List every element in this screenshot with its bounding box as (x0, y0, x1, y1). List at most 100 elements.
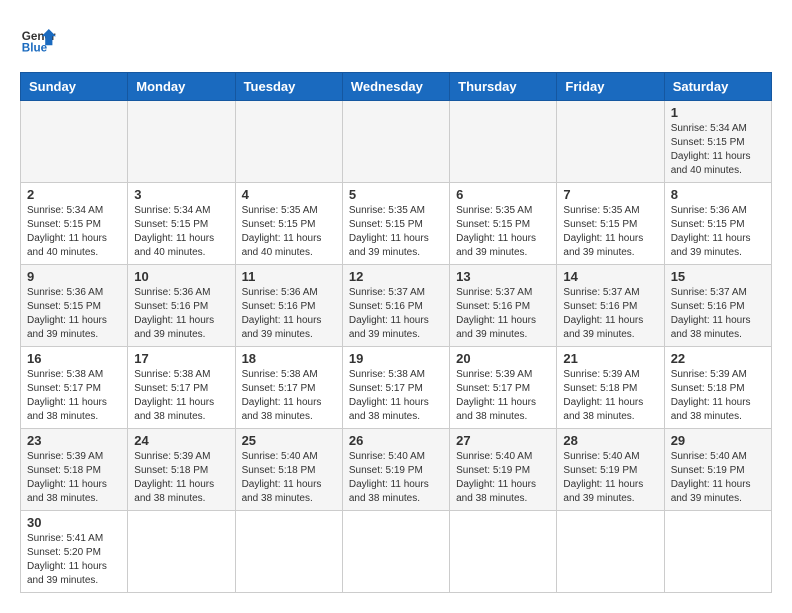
calendar-cell-empty (235, 101, 342, 183)
calendar-cell-day-29: 29Sunrise: 5:40 AM Sunset: 5:19 PM Dayli… (664, 429, 771, 511)
calendar-cell-day-24: 24 Sunrise: 5:39 AM Sunset: 5:18 PM Dayli… (128, 429, 235, 511)
logo: General Blue (20, 20, 56, 56)
cell-info: Sunrise: 5:39 AM Sunset: 5:18 PM Dayligh… (563, 368, 657, 424)
day-number: 28 (563, 433, 657, 448)
page-header: General Blue (20, 20, 772, 56)
calendar-week-1: 1Sunrise: 5:34 AM Sunset: 5:15 PM Daylig… (21, 101, 772, 183)
calendar-cell-day-15: 15Sunrise: 5:37 AM Sunset: 5:16 PM Dayli… (664, 265, 771, 347)
weekday-header-monday: Monday (128, 73, 235, 101)
day-number: 20 (456, 351, 550, 366)
cell-info: Sunrise: 5:37 AM Sunset: 5:16 PM Dayligh… (456, 286, 550, 342)
cell-info: Sunrise: 5:39 AM Sunset: 5:17 PM Dayligh… (456, 368, 550, 424)
day-number: 8 (671, 187, 765, 202)
weekday-header-wednesday: Wednesday (342, 73, 449, 101)
calendar-cell-empty (450, 511, 557, 593)
cell-info: Sunrise: 5:36 AM Sunset: 5:16 PM Dayligh… (134, 286, 228, 342)
weekday-header-thursday: Thursday (450, 73, 557, 101)
calendar-week-3: 9 Sunrise: 5:36 AM Sunset: 5:15 PM Daylig… (21, 265, 772, 347)
calendar-cell-day-19: 19Sunrise: 5:38 AM Sunset: 5:17 PM Dayli… (342, 347, 449, 429)
cell-info: Sunrise: 5:37 AM Sunset: 5:16 PM Dayligh… (349, 286, 443, 342)
calendar-cell-day-5: 5 Sunrise: 5:35 AM Sunset: 5:15 PM Daylig… (342, 183, 449, 265)
calendar-cell-day-1: 1Sunrise: 5:34 AM Sunset: 5:15 PM Daylig… (664, 101, 771, 183)
calendar-cell-day-10: 10 Sunrise: 5:36 AM Sunset: 5:16 PM Dayli… (128, 265, 235, 347)
logo-icon: General Blue (20, 20, 56, 56)
calendar-table: SundayMondayTuesdayWednesdayThursdayFrid… (20, 72, 772, 593)
calendar-cell-day-21: 21 Sunrise: 5:39 AM Sunset: 5:18 PM Dayli… (557, 347, 664, 429)
cell-info: Sunrise: 5:36 AM Sunset: 5:15 PM Dayligh… (27, 286, 121, 342)
day-number: 4 (242, 187, 336, 202)
calendar-cell-day-22: 22 Sunrise: 5:39 AM Sunset: 5:18 PM Dayli… (664, 347, 771, 429)
day-number: 5 (349, 187, 443, 202)
weekday-header-tuesday: Tuesday (235, 73, 342, 101)
calendar-cell-day-20: 20 Sunrise: 5:39 AM Sunset: 5:17 PM Dayli… (450, 347, 557, 429)
day-number: 22 (671, 351, 765, 366)
cell-info: Sunrise: 5:40 AM Sunset: 5:19 PM Dayligh… (563, 450, 657, 506)
day-number: 26 (349, 433, 443, 448)
calendar-week-5: 23 Sunrise: 5:39 AM Sunset: 5:18 PM Dayli… (21, 429, 772, 511)
svg-text:Blue: Blue (22, 42, 48, 55)
calendar-cell-day-4: 4 Sunrise: 5:35 AM Sunset: 5:15 PM Daylig… (235, 183, 342, 265)
cell-info: Sunrise: 5:39 AM Sunset: 5:18 PM Dayligh… (27, 450, 121, 506)
day-number: 17 (134, 351, 228, 366)
cell-info: Sunrise: 5:38 AM Sunset: 5:17 PM Dayligh… (349, 368, 443, 424)
day-number: 18 (242, 351, 336, 366)
cell-info: Sunrise: 5:36 AM Sunset: 5:15 PM Dayligh… (671, 204, 765, 260)
calendar-cell-day-13: 13Sunrise: 5:37 AM Sunset: 5:16 PM Dayli… (450, 265, 557, 347)
day-number: 25 (242, 433, 336, 448)
cell-info: Sunrise: 5:35 AM Sunset: 5:15 PM Dayligh… (242, 204, 336, 260)
weekday-header-saturday: Saturday (664, 73, 771, 101)
day-number: 11 (242, 269, 336, 284)
cell-info: Sunrise: 5:38 AM Sunset: 5:17 PM Dayligh… (134, 368, 228, 424)
calendar-cell-day-16: 16 Sunrise: 5:38 AM Sunset: 5:17 PM Dayli… (21, 347, 128, 429)
calendar-cell-day-28: 28 Sunrise: 5:40 AM Sunset: 5:19 PM Dayli… (557, 429, 664, 511)
calendar-cell-day-8: 8 Sunrise: 5:36 AM Sunset: 5:15 PM Daylig… (664, 183, 771, 265)
calendar-header: SundayMondayTuesdayWednesdayThursdayFrid… (21, 73, 772, 101)
cell-info: Sunrise: 5:41 AM Sunset: 5:20 PM Dayligh… (27, 532, 121, 588)
calendar-cell-empty (557, 511, 664, 593)
day-number: 6 (456, 187, 550, 202)
cell-info: Sunrise: 5:40 AM Sunset: 5:19 PM Dayligh… (349, 450, 443, 506)
cell-info: Sunrise: 5:34 AM Sunset: 5:15 PM Dayligh… (671, 122, 765, 178)
cell-info: Sunrise: 5:34 AM Sunset: 5:15 PM Dayligh… (27, 204, 121, 260)
cell-info: Sunrise: 5:35 AM Sunset: 5:15 PM Dayligh… (563, 204, 657, 260)
day-number: 7 (563, 187, 657, 202)
calendar-cell-day-18: 18 Sunrise: 5:38 AM Sunset: 5:17 PM Dayli… (235, 347, 342, 429)
calendar-cell-empty (128, 101, 235, 183)
weekday-header-sunday: Sunday (21, 73, 128, 101)
calendar-cell-day-26: 26 Sunrise: 5:40 AM Sunset: 5:19 PM Dayli… (342, 429, 449, 511)
calendar-week-2: 2 Sunrise: 5:34 AM Sunset: 5:15 PM Daylig… (21, 183, 772, 265)
calendar-cell-empty (450, 101, 557, 183)
calendar-cell-day-25: 25Sunrise: 5:40 AM Sunset: 5:18 PM Dayli… (235, 429, 342, 511)
cell-info: Sunrise: 5:35 AM Sunset: 5:15 PM Dayligh… (456, 204, 550, 260)
calendar-week-4: 16 Sunrise: 5:38 AM Sunset: 5:17 PM Dayli… (21, 347, 772, 429)
cell-info: Sunrise: 5:39 AM Sunset: 5:18 PM Dayligh… (671, 368, 765, 424)
day-number: 14 (563, 269, 657, 284)
day-number: 16 (27, 351, 121, 366)
calendar-cell-day-27: 27Sunrise: 5:40 AM Sunset: 5:19 PM Dayli… (450, 429, 557, 511)
cell-info: Sunrise: 5:36 AM Sunset: 5:16 PM Dayligh… (242, 286, 336, 342)
calendar-week-6: 30 Sunrise: 5:41 AM Sunset: 5:20 PM Dayli… (21, 511, 772, 593)
calendar-cell-day-23: 23 Sunrise: 5:39 AM Sunset: 5:18 PM Dayli… (21, 429, 128, 511)
calendar-cell-day-6: 6 Sunrise: 5:35 AM Sunset: 5:15 PM Daylig… (450, 183, 557, 265)
day-number: 2 (27, 187, 121, 202)
day-number: 24 (134, 433, 228, 448)
cell-info: Sunrise: 5:37 AM Sunset: 5:16 PM Dayligh… (671, 286, 765, 342)
cell-info: Sunrise: 5:34 AM Sunset: 5:15 PM Dayligh… (134, 204, 228, 260)
cell-info: Sunrise: 5:38 AM Sunset: 5:17 PM Dayligh… (242, 368, 336, 424)
calendar-cell-empty (342, 101, 449, 183)
calendar-cell-day-17: 17 Sunrise: 5:38 AM Sunset: 5:17 PM Dayli… (128, 347, 235, 429)
cell-info: Sunrise: 5:39 AM Sunset: 5:18 PM Dayligh… (134, 450, 228, 506)
day-number: 23 (27, 433, 121, 448)
calendar-cell-day-14: 14 Sunrise: 5:37 AM Sunset: 5:16 PM Dayli… (557, 265, 664, 347)
day-number: 29 (671, 433, 765, 448)
cell-info: Sunrise: 5:37 AM Sunset: 5:16 PM Dayligh… (563, 286, 657, 342)
weekday-header-friday: Friday (557, 73, 664, 101)
cell-info: Sunrise: 5:35 AM Sunset: 5:15 PM Dayligh… (349, 204, 443, 260)
day-number: 10 (134, 269, 228, 284)
day-number: 9 (27, 269, 121, 284)
day-number: 27 (456, 433, 550, 448)
day-number: 30 (27, 515, 121, 530)
day-number: 21 (563, 351, 657, 366)
calendar-cell-day-9: 9 Sunrise: 5:36 AM Sunset: 5:15 PM Daylig… (21, 265, 128, 347)
cell-info: Sunrise: 5:38 AM Sunset: 5:17 PM Dayligh… (27, 368, 121, 424)
